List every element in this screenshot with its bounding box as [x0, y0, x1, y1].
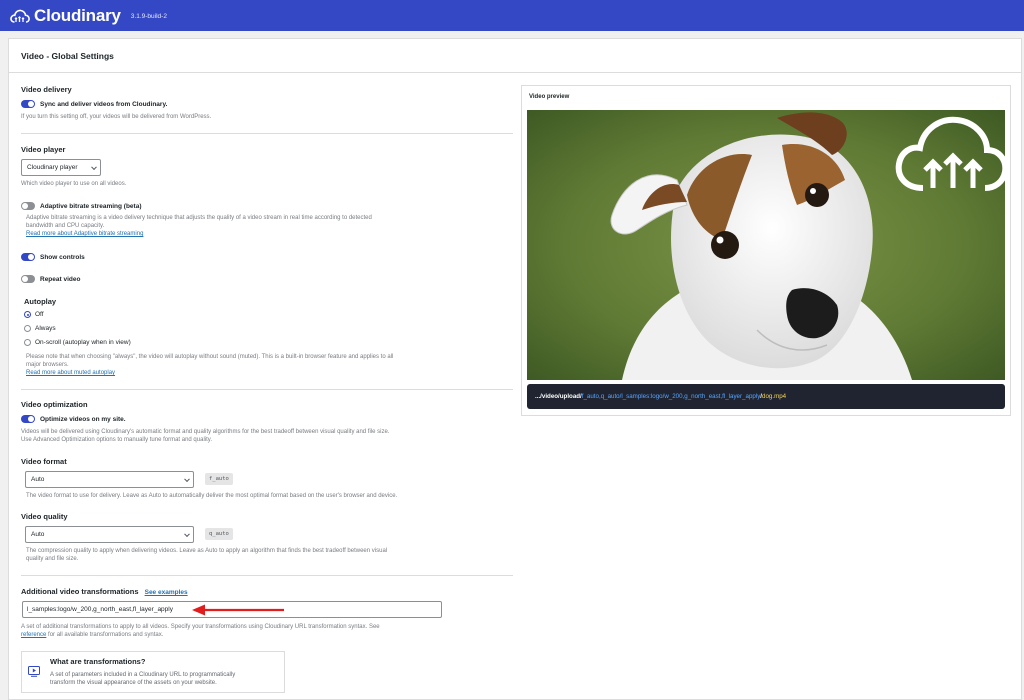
video-format-value: Auto: [31, 476, 45, 483]
sync-deliver-row: Sync and deliver videos from Cloudinary.: [21, 100, 167, 108]
url-transform: f_auto,q_auto/l_samples:logo/w_200,g_nor…: [581, 393, 761, 400]
video-quality-help: The compression quality to apply when de…: [26, 547, 496, 563]
brand-name: Cloudinary: [34, 5, 121, 25]
abr-help: Adaptive bitrate streaming is a video de…: [26, 214, 496, 238]
transformations-help-line-2: for all available transformations and sy…: [46, 632, 164, 638]
plugin-version: 3.1.9-build-2: [130, 13, 167, 20]
divider: [21, 389, 513, 390]
video-quality-title: Video quality: [21, 512, 68, 521]
see-examples-link[interactable]: See examples: [145, 589, 188, 596]
video-player-help: Which video player to use on all videos.: [21, 181, 127, 187]
chevron-down-icon: [91, 163, 97, 170]
settings-panel: Video - Global Settings Video delivery S…: [8, 38, 1022, 700]
autoplay-help: Please note that when choosing "always",…: [26, 353, 496, 377]
video-optimization-title: Video optimization: [21, 400, 88, 409]
autoplay-option-always[interactable]: Always: [24, 325, 56, 332]
optimization-help-line-1: Videos will be delivered using Cloudinar…: [21, 429, 390, 435]
chevron-down-icon: [184, 530, 190, 537]
video-format-select[interactable]: Auto: [25, 471, 194, 488]
video-preview-title: Video preview: [529, 94, 570, 100]
radio-always[interactable]: [24, 325, 31, 332]
url-file: dog.mp4: [762, 393, 787, 400]
transformations-help-line-1: A set of additional transformations to a…: [21, 624, 380, 630]
video-player-value: Cloudinary player: [27, 164, 78, 171]
abr-help-line-2: bandwidth and CPU capacity.: [26, 223, 105, 229]
info-card-text-line-1: A set of parameters included in a Cloudi…: [50, 672, 236, 678]
optimization-help: Videos will be delivered using Cloudinar…: [21, 428, 491, 444]
autoplay-option-off[interactable]: Off: [24, 311, 44, 318]
video-format-help: The video format to use for delivery. Le…: [26, 493, 398, 499]
info-card-text: A set of parameters included in a Cloudi…: [50, 671, 235, 687]
autoplay-help-line-2: major browsers.: [26, 362, 69, 368]
quality-code-chip: q_auto: [205, 528, 233, 540]
autoplay-help-line-1: Please note that when choosing "always",…: [26, 354, 394, 360]
abr-toggle[interactable]: [21, 202, 35, 210]
radio-always-label: Always: [35, 325, 56, 332]
radio-on-scroll[interactable]: [24, 339, 31, 346]
dog-video-frame: [527, 110, 1005, 380]
format-code-chip: f_auto: [205, 473, 233, 485]
video-preview-panel: Video preview .../video/upload/ f_auto,q…: [521, 85, 1011, 416]
transformations-title-text: Additional video transformations: [21, 587, 139, 596]
cloudinary-logo-icon: [10, 8, 30, 24]
video-quality-select[interactable]: Auto: [25, 526, 194, 543]
transformations-help: A set of additional transformations to a…: [21, 623, 491, 639]
video-quality-help-line-1: The compression quality to apply when de…: [26, 548, 388, 554]
reference-link[interactable]: reference: [21, 632, 46, 638]
show-controls-label: Show controls: [40, 253, 85, 261]
sync-deliver-label: Sync and deliver videos from Cloudinary.: [40, 100, 168, 108]
chevron-down-icon: [184, 475, 190, 482]
transformations-info-card[interactable]: What are transformations? A set of param…: [21, 651, 285, 693]
radio-off[interactable]: [24, 311, 31, 318]
video-player-select[interactable]: Cloudinary player: [21, 159, 101, 176]
info-card-title: What are transformations?: [50, 657, 146, 666]
divider: [21, 133, 513, 134]
video-quality-help-line-2: quality and file size.: [26, 556, 79, 562]
optimize-label: Optimize videos on my site.: [40, 415, 126, 423]
video-player-title: Video player: [21, 145, 66, 154]
transformations-input-value: l_samples:logo/w_200,g_north_east,fl_lay…: [27, 606, 173, 613]
top-bar: Cloudinary 3.1.9-build-2: [0, 0, 1024, 31]
repeat-video-label: Repeat video: [40, 275, 81, 283]
video-preview-player[interactable]: [527, 110, 1005, 380]
page-title: Video - Global Settings: [21, 50, 114, 61]
panel-header: Video - Global Settings: [9, 39, 1021, 73]
url-base: .../video/upload/: [535, 393, 582, 400]
divider: [21, 575, 513, 576]
repeat-video-toggle[interactable]: [21, 275, 35, 283]
show-controls-toggle[interactable]: [21, 253, 35, 261]
video-icon: [28, 664, 40, 682]
muted-autoplay-link[interactable]: Read more about muted autoplay: [26, 370, 115, 376]
red-arrow-icon: [191, 603, 286, 622]
info-card-text-line-2: transform the visual appearance of the a…: [50, 680, 217, 686]
abr-label: Adaptive bitrate streaming (beta): [40, 202, 142, 210]
abr-help-line-1: Adaptive bitrate streaming is a video de…: [26, 215, 372, 221]
video-quality-value: Auto: [31, 531, 45, 538]
sync-deliver-toggle[interactable]: [21, 100, 35, 108]
video-format-title: Video format: [21, 457, 67, 466]
autoplay-title: Autoplay: [24, 297, 57, 306]
abr-read-more-link[interactable]: Read more about Adaptive bitrate streami…: [26, 231, 143, 237]
repeat-video-row: Repeat video: [21, 275, 80, 283]
optimize-row: Optimize videos on my site.: [21, 415, 126, 423]
radio-off-label: Off: [35, 311, 44, 318]
abr-row: Adaptive bitrate streaming (beta): [21, 202, 142, 210]
optimization-help-line-2: Use Advanced Optimization options to man…: [21, 437, 212, 443]
show-controls-row: Show controls: [21, 253, 85, 261]
autoplay-option-on-scroll[interactable]: On-scroll (autoplay when in view): [24, 339, 131, 346]
delivery-help: If you turn this setting off, your video…: [21, 114, 212, 120]
delivery-url-bar: .../video/upload/f_auto,q_auto/l_samples…: [527, 384, 1005, 409]
optimize-toggle[interactable]: [21, 415, 35, 423]
radio-on-scroll-label: On-scroll (autoplay when in view): [35, 339, 131, 346]
transformations-title: Additional video transformations See exa…: [21, 587, 188, 596]
video-delivery-title: Video delivery: [21, 85, 72, 94]
